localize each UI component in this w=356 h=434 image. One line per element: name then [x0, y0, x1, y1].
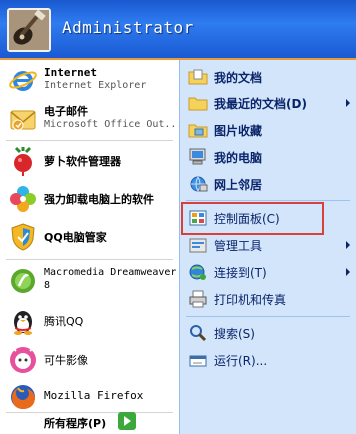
my-documents-icon	[188, 69, 208, 85]
start-menu: Administrator Internet Internet Explorer	[0, 0, 356, 434]
user-avatar[interactable]	[7, 8, 51, 52]
start-menu-header: Administrator	[0, 0, 356, 60]
place-label: 搜索(S)	[214, 327, 255, 341]
green-arrow-icon	[118, 412, 136, 430]
search-icon	[190, 325, 207, 342]
place-admin-tools[interactable]: 管理工具	[180, 232, 356, 258]
program-version: 8	[44, 280, 51, 291]
program-title: 强力卸载电脑上的软件	[44, 193, 154, 206]
program-title: QQ电脑管家	[44, 231, 107, 244]
place-label: 连接到(T)	[214, 266, 267, 280]
run-icon	[189, 355, 207, 367]
place-label: 我最近的文档(D)	[214, 97, 307, 111]
program-title: 电子邮件	[44, 105, 88, 118]
program-title: 可牛影像	[44, 354, 88, 367]
place-search[interactable]: 搜索(S)	[180, 320, 356, 346]
program-dreamweaver[interactable]: Macromedia Dreamweaver 8	[0, 262, 179, 300]
qq-penguin-icon	[14, 311, 32, 335]
program-qq-guard[interactable]: QQ电脑管家	[0, 218, 179, 256]
place-label: 管理工具	[214, 239, 263, 253]
places-panel: 我的文档 我最近的文档(D) 图片收藏 我的电脑 网上邻居 控制面板(C) 管理…	[179, 60, 356, 434]
control-panel-highlight-box	[181, 202, 324, 235]
program-title: Internet	[44, 66, 97, 79]
place-run[interactable]: 运行(R)...	[180, 347, 356, 373]
program-uninstall[interactable]: 强力卸载电脑上的软件	[0, 180, 179, 218]
program-radish-manager[interactable]: 萝卜软件管理器	[0, 142, 179, 180]
program-subtitle: Microsoft Office Out...	[44, 119, 183, 130]
place-label: 我的电脑	[214, 151, 263, 165]
radish-icon	[14, 146, 32, 176]
network-places-icon	[190, 176, 208, 192]
place-my-documents[interactable]: 我的文档	[180, 64, 356, 90]
program-title: 萝卜软件管理器	[44, 155, 121, 168]
recent-documents-icon	[188, 97, 208, 111]
place-network[interactable]: 网上邻居	[180, 171, 356, 197]
program-title: Mozilla Firefox	[44, 389, 144, 402]
printers-icon	[189, 290, 207, 308]
place-label: 图片收藏	[214, 124, 263, 138]
submenu-arrow-icon	[346, 99, 350, 107]
recent-separator	[6, 259, 173, 260]
guitar-icon	[9, 10, 49, 50]
qq-guard-shield-icon	[11, 223, 35, 251]
program-subtitle: Internet Explorer	[44, 80, 147, 91]
user-name: Administrator	[62, 18, 194, 37]
pinned-separator	[6, 140, 173, 141]
outlook-mail-icon	[10, 110, 36, 131]
admin-tools-icon	[189, 238, 207, 253]
program-title: 腾讯QQ	[44, 315, 84, 328]
submenu-arrow-icon	[346, 241, 350, 249]
firefox-icon	[11, 385, 35, 409]
place-printers[interactable]: 打印机和传真	[180, 286, 356, 312]
dreamweaver-icon	[11, 269, 35, 293]
place-my-pictures[interactable]: 图片收藏	[180, 117, 356, 143]
my-pictures-icon	[188, 124, 208, 138]
keniu-image-icon	[10, 347, 36, 373]
place-label: 我的文档	[214, 71, 263, 85]
place-connect-to[interactable]: 连接到(T)	[180, 259, 356, 285]
places-separator	[186, 316, 350, 317]
place-label: 运行(R)...	[214, 354, 268, 368]
program-title: Macromedia Dreamweaver	[44, 267, 177, 278]
places-separator	[186, 200, 350, 201]
uninstall-flower-icon	[10, 186, 36, 212]
place-label: 打印机和传真	[214, 293, 287, 307]
submenu-arrow-icon	[346, 268, 350, 276]
program-keniu-image[interactable]: 可牛影像	[0, 341, 179, 379]
all-programs-button[interactable]: 所有程序(P)	[0, 410, 179, 434]
place-my-computer[interactable]: 我的电脑	[180, 144, 356, 170]
connect-to-icon	[189, 264, 206, 280]
pinned-programs-panel: Internet Internet Explorer 电子邮件 Microsof…	[0, 60, 183, 434]
my-computer-icon	[189, 148, 206, 165]
place-label: 网上邻居	[214, 178, 263, 192]
program-tencent-qq[interactable]: 腾讯QQ	[0, 302, 179, 340]
program-internet-explorer[interactable]: Internet Internet Explorer	[0, 62, 179, 100]
program-email-outlook[interactable]: 电子邮件 Microsoft Office Out...	[0, 101, 183, 139]
place-recent-documents[interactable]: 我最近的文档(D)	[180, 90, 356, 116]
internet-explorer-icon	[9, 71, 37, 91]
all-programs-label: 所有程序(P)	[44, 417, 107, 430]
